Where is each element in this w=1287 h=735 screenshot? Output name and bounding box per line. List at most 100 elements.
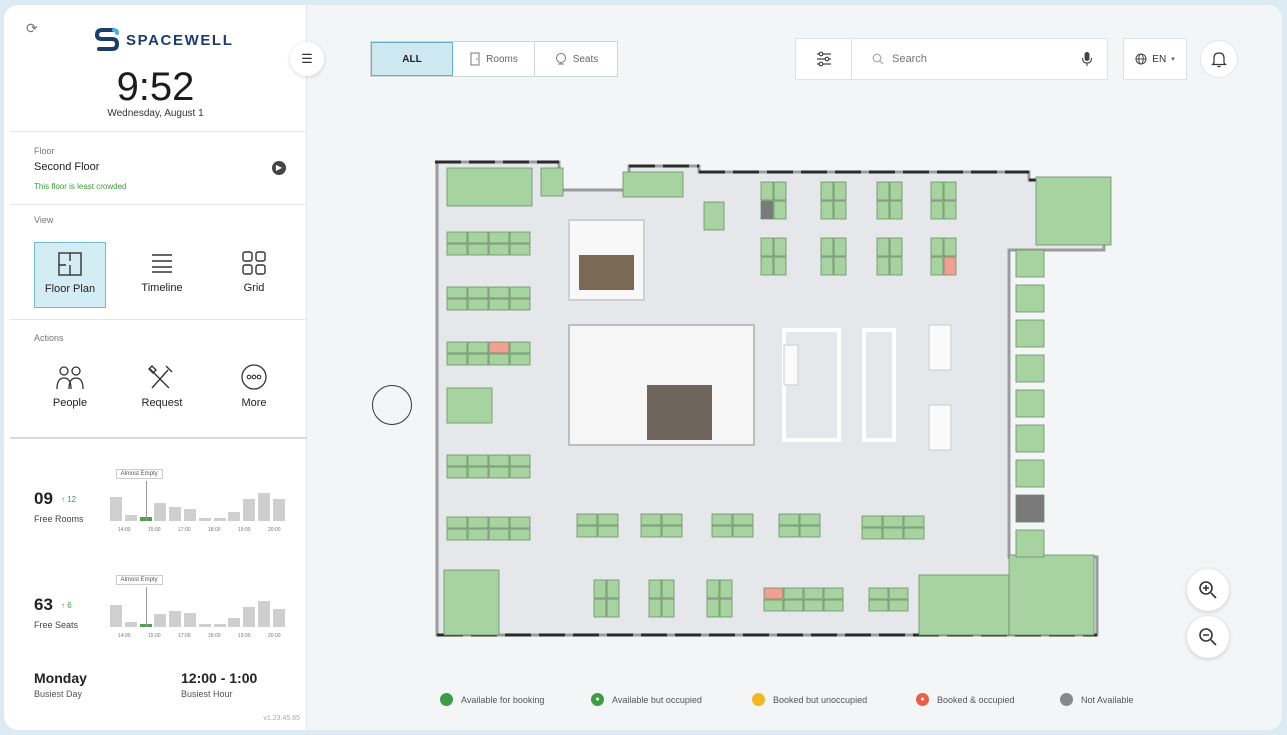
desk-seat[interactable] xyxy=(488,298,510,311)
desk-seat[interactable] xyxy=(467,353,489,366)
meeting-room-bookable[interactable] xyxy=(1035,176,1112,246)
meeting-room-bookable[interactable] xyxy=(446,167,533,207)
desk-seat[interactable] xyxy=(509,466,531,479)
request-button[interactable]: Request xyxy=(122,363,202,409)
desk-seat[interactable] xyxy=(760,256,774,276)
desk-seat[interactable] xyxy=(833,256,847,276)
desk-seat[interactable] xyxy=(1015,249,1045,278)
desk-seat[interactable] xyxy=(882,515,904,528)
desk-seat[interactable] xyxy=(803,587,824,600)
desk-seat[interactable] xyxy=(778,525,800,538)
desk-seat[interactable] xyxy=(930,200,944,220)
desk-seat[interactable] xyxy=(467,466,489,479)
desk-seat[interactable] xyxy=(706,598,720,618)
desk-seat[interactable] xyxy=(732,513,754,526)
meeting-room-bookable[interactable] xyxy=(540,167,564,197)
desk-seat[interactable] xyxy=(488,231,510,244)
desk-seat[interactable] xyxy=(773,181,787,201)
desk-seat[interactable] xyxy=(773,200,787,220)
meeting-room-bookable[interactable] xyxy=(443,569,500,636)
desk-seat[interactable] xyxy=(640,513,662,526)
desk-seat[interactable] xyxy=(889,200,903,220)
desk-seat[interactable] xyxy=(509,516,531,529)
meeting-room-bookable[interactable] xyxy=(1008,554,1095,636)
desk-seat[interactable] xyxy=(943,256,957,276)
view-timeline-button[interactable]: Timeline xyxy=(126,242,198,308)
desk-seat[interactable] xyxy=(903,527,925,540)
floor-plan-map[interactable] xyxy=(429,150,1119,645)
tab-rooms[interactable]: Rooms xyxy=(453,42,535,76)
desk-seat[interactable] xyxy=(661,598,675,618)
desk-seat[interactable] xyxy=(640,525,662,538)
desk-seat[interactable] xyxy=(467,286,489,299)
desk-seat[interactable] xyxy=(773,256,787,276)
desk-seat[interactable] xyxy=(509,231,531,244)
people-button[interactable]: People xyxy=(30,363,110,409)
desk-seat[interactable] xyxy=(467,231,489,244)
desk-seat[interactable] xyxy=(509,528,531,541)
zoom-in-button[interactable] xyxy=(1187,569,1229,611)
language-selector[interactable]: EN ▾ xyxy=(1123,38,1187,80)
desk-seat[interactable] xyxy=(799,525,821,538)
desk-seat[interactable] xyxy=(467,341,489,354)
desk-seat[interactable] xyxy=(930,256,944,276)
desk-seat[interactable] xyxy=(488,528,510,541)
desk-seat[interactable] xyxy=(719,579,733,599)
desk-seat[interactable] xyxy=(488,353,510,366)
desk-seat[interactable] xyxy=(719,598,733,618)
desk-seat[interactable] xyxy=(467,454,489,467)
desk-seat[interactable] xyxy=(943,237,957,257)
desk-seat[interactable] xyxy=(597,513,619,526)
desk-seat[interactable] xyxy=(661,579,675,599)
desk-seat[interactable] xyxy=(876,237,890,257)
collapse-sidebar-button[interactable]: ☰ xyxy=(290,42,324,76)
desk-seat[interactable] xyxy=(876,181,890,201)
desk-seat[interactable] xyxy=(467,243,489,256)
desk-seat[interactable] xyxy=(778,513,800,526)
desk-seat[interactable] xyxy=(446,454,468,467)
notifications-button[interactable] xyxy=(1200,40,1238,78)
desk-seat[interactable] xyxy=(1015,529,1045,558)
desk-seat[interactable] xyxy=(889,256,903,276)
desk-seat[interactable] xyxy=(467,528,489,541)
desk-seat[interactable] xyxy=(509,454,531,467)
desk-seat[interactable] xyxy=(868,599,889,612)
desk-seat[interactable] xyxy=(509,353,531,366)
desk-seat[interactable] xyxy=(648,579,662,599)
view-grid-button[interactable]: Grid xyxy=(218,242,290,308)
meeting-room-bookable[interactable] xyxy=(622,171,684,198)
desk-seat[interactable] xyxy=(876,256,890,276)
desk-seat[interactable] xyxy=(903,515,925,528)
desk-seat[interactable] xyxy=(606,579,620,599)
desk-seat[interactable] xyxy=(467,516,489,529)
desk-seat[interactable] xyxy=(823,587,844,600)
desk-seat[interactable] xyxy=(876,200,890,220)
desk-seat[interactable] xyxy=(820,237,834,257)
desk-seat[interactable] xyxy=(820,181,834,201)
desk-seat[interactable] xyxy=(1015,389,1045,418)
desk-seat[interactable] xyxy=(509,243,531,256)
meeting-room-bookable[interactable] xyxy=(446,387,493,424)
desk-seat[interactable] xyxy=(576,513,598,526)
desk-seat[interactable] xyxy=(488,286,510,299)
desk-seat[interactable] xyxy=(446,341,468,354)
desk-seat[interactable] xyxy=(446,243,468,256)
floor-name[interactable]: Second Floor xyxy=(34,161,99,173)
meeting-room-bookable[interactable] xyxy=(918,574,1010,636)
desk-seat[interactable] xyxy=(732,525,754,538)
desk-seat[interactable] xyxy=(763,599,784,612)
desk-seat[interactable] xyxy=(861,515,883,528)
desk-seat[interactable] xyxy=(488,516,510,529)
desk-seat[interactable] xyxy=(488,243,510,256)
desk-seat[interactable] xyxy=(446,231,468,244)
meeting-room-bookable[interactable] xyxy=(703,201,725,231)
desk-seat[interactable] xyxy=(888,599,909,612)
desk-seat[interactable] xyxy=(760,237,774,257)
desk-seat[interactable] xyxy=(648,598,662,618)
desk-seat[interactable] xyxy=(783,587,804,600)
microphone-icon[interactable] xyxy=(1081,51,1093,67)
desk-seat[interactable] xyxy=(1015,354,1045,383)
desk-seat[interactable] xyxy=(509,286,531,299)
tab-all[interactable]: ALL xyxy=(371,42,453,76)
desk-seat[interactable] xyxy=(467,298,489,311)
